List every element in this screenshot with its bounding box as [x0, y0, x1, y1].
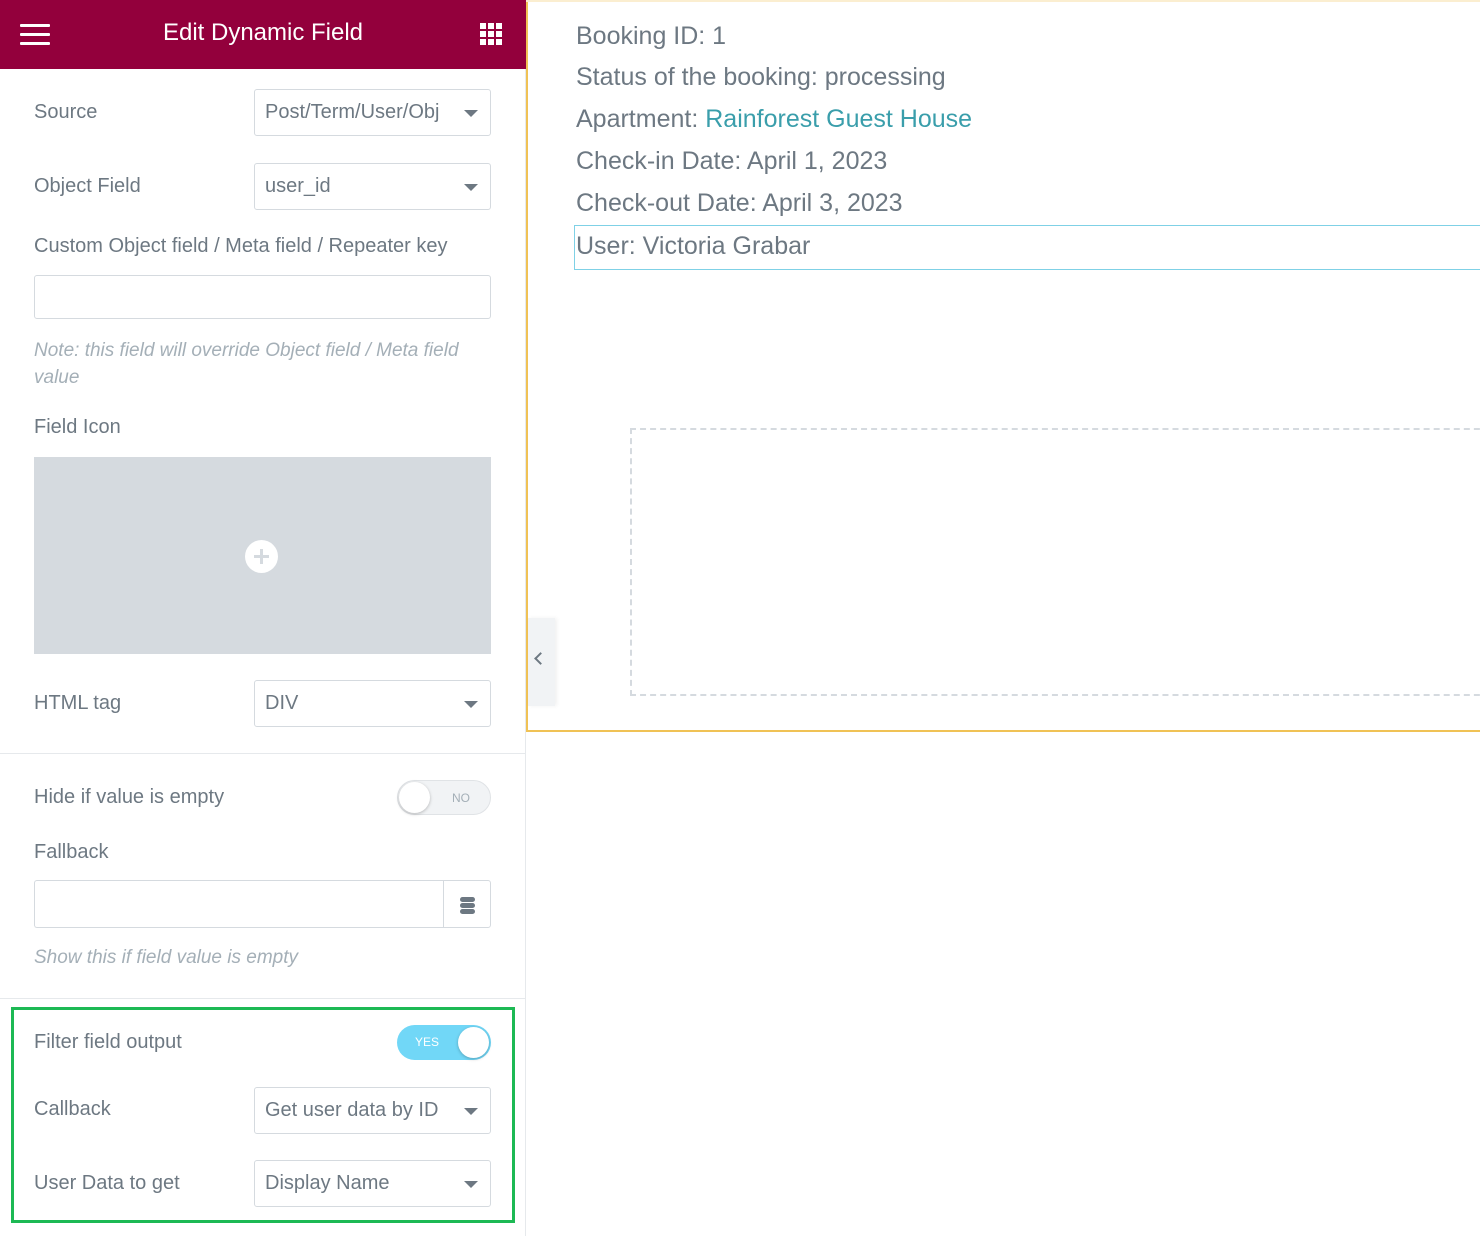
icon-picker[interactable]	[34, 457, 491, 654]
source-label: Source	[34, 101, 98, 123]
section-top-border	[526, 0, 1480, 2]
toggle-text: YES	[415, 1035, 440, 1049]
fallback-label: Fallback	[34, 841, 109, 863]
checkin-text: Check-in Date: April 1, 2023	[576, 147, 888, 175]
object-field-select[interactable]: user_id	[254, 163, 491, 210]
toggle-knob	[458, 1027, 489, 1058]
empty-drop-area[interactable]	[630, 428, 1480, 696]
checkout-text: Check-out Date: April 3, 2023	[576, 189, 903, 217]
panel-header: Edit Dynamic Field	[0, 0, 526, 69]
apartment-line: Apartment: Rainforest Guest House	[576, 105, 972, 134]
source-select[interactable]: Post/Term/User/Obj	[254, 89, 491, 136]
editor-panel: Edit Dynamic Field Source Post/Term/User…	[0, 0, 526, 1236]
panel-title: Edit Dynamic Field	[162, 19, 364, 46]
callback-label: Callback	[34, 1098, 111, 1120]
object-field-label: Object Field	[34, 175, 141, 197]
html-tag-select[interactable]: DIV	[254, 680, 491, 727]
plus-circle-icon	[245, 540, 278, 573]
caret-down-icon	[464, 110, 478, 117]
hide-empty-toggle[interactable]: NO	[397, 780, 491, 815]
custom-field-note: Note: this field will override Object fi…	[34, 340, 459, 388]
fallback-input[interactable]	[34, 880, 443, 928]
user-data-select-value: Display Name	[265, 1172, 390, 1194]
html-tag-label: HTML tag	[34, 692, 122, 714]
caret-down-icon	[464, 1108, 478, 1115]
caret-down-icon	[464, 184, 478, 191]
toggle-text: NO	[452, 791, 470, 805]
caret-down-icon	[464, 1181, 478, 1188]
custom-field-label: Custom Object field / Meta field / Repea…	[34, 235, 448, 257]
apartment-link[interactable]: Rainforest Guest House	[705, 105, 972, 133]
object-field-select-value: user_id	[265, 175, 331, 197]
user-data-label: User Data to get	[34, 1172, 180, 1194]
widgets-grid-icon[interactable]	[480, 23, 503, 46]
html-tag-select-value: DIV	[265, 692, 299, 714]
section-divider	[0, 998, 526, 999]
toggle-knob	[399, 782, 430, 813]
callback-select-value: Get user data by ID	[265, 1099, 439, 1121]
source-select-value: Post/Term/User/Obj	[265, 101, 440, 123]
user-name-text: User: Victoria Grabar	[576, 232, 811, 260]
booking-id-text: Booking ID: 1	[576, 22, 727, 50]
caret-down-icon	[464, 701, 478, 708]
dynamic-tags-button[interactable]	[443, 880, 491, 928]
section-divider	[0, 753, 526, 754]
database-icon	[460, 897, 475, 914]
chevron-left-icon	[534, 652, 547, 665]
filter-output-toggle[interactable]: YES	[397, 1025, 491, 1060]
hide-empty-label: Hide if value is empty	[34, 786, 225, 808]
callback-select[interactable]: Get user data by ID	[254, 1087, 491, 1134]
collapse-panel-button[interactable]	[528, 618, 555, 706]
filter-output-label: Filter field output	[34, 1031, 182, 1053]
field-icon-label: Field Icon	[34, 416, 121, 438]
fallback-note: Show this if field value is empty	[34, 947, 299, 968]
custom-field-input[interactable]	[34, 275, 491, 319]
apartment-label: Apartment:	[576, 105, 706, 133]
booking-status-text: Status of the booking: processing	[576, 63, 946, 91]
user-data-select[interactable]: Display Name	[254, 1160, 491, 1207]
